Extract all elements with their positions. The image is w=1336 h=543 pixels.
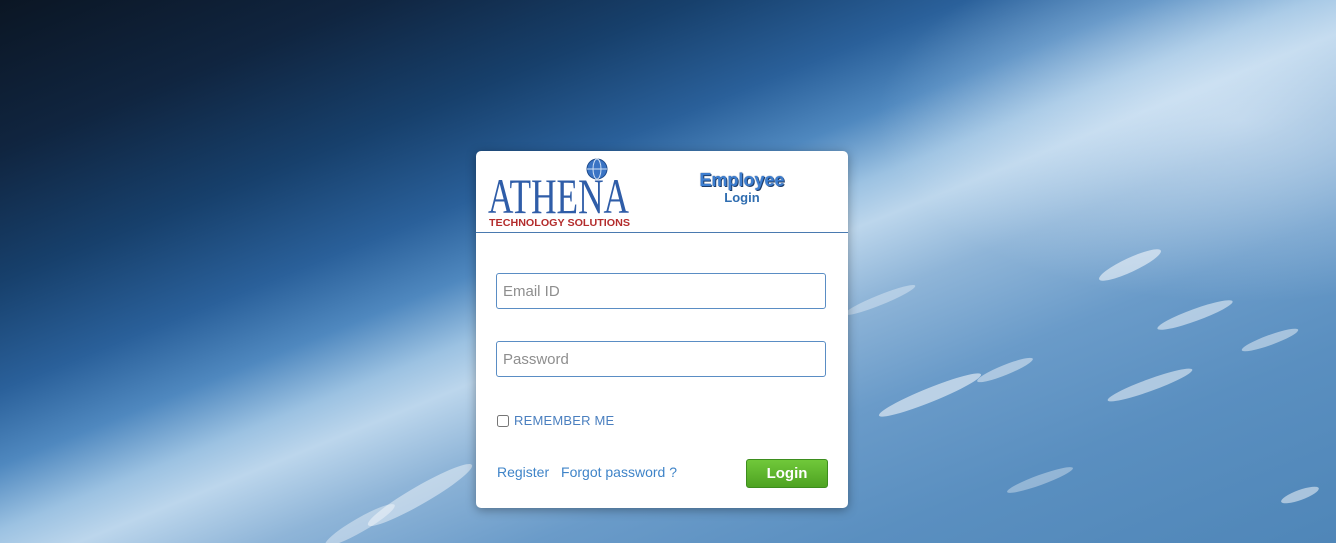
login-card-header: ATHENA TECHNOLOGY SOLUTIONS Employee Log… [476,151,848,233]
remember-me-checkbox[interactable] [497,414,509,427]
password-input[interactable] [496,341,826,377]
email-input[interactable] [496,273,826,309]
logo-tagline: TECHNOLOGY SOLUTIONS [489,218,630,229]
remember-me-label: REMEMBER ME [514,413,615,428]
login-card: ATHENA TECHNOLOGY SOLUTIONS Employee Log… [476,151,848,508]
page-title: Employee [699,170,785,190]
page-subtitle: Login [724,190,760,205]
register-link[interactable]: Register [497,464,549,480]
login-button[interactable]: Login [746,459,828,488]
header-title: Employee Login [682,170,802,206]
remember-me[interactable]: REMEMBER ME [497,413,614,428]
forgot-password-link[interactable]: Forgot password ? [561,464,677,480]
logo-wordmark: ATHENA [488,168,629,224]
auth-links: Register Forgot password ? [497,464,685,480]
athena-logo: ATHENA TECHNOLOGY SOLUTIONS [488,158,630,229]
